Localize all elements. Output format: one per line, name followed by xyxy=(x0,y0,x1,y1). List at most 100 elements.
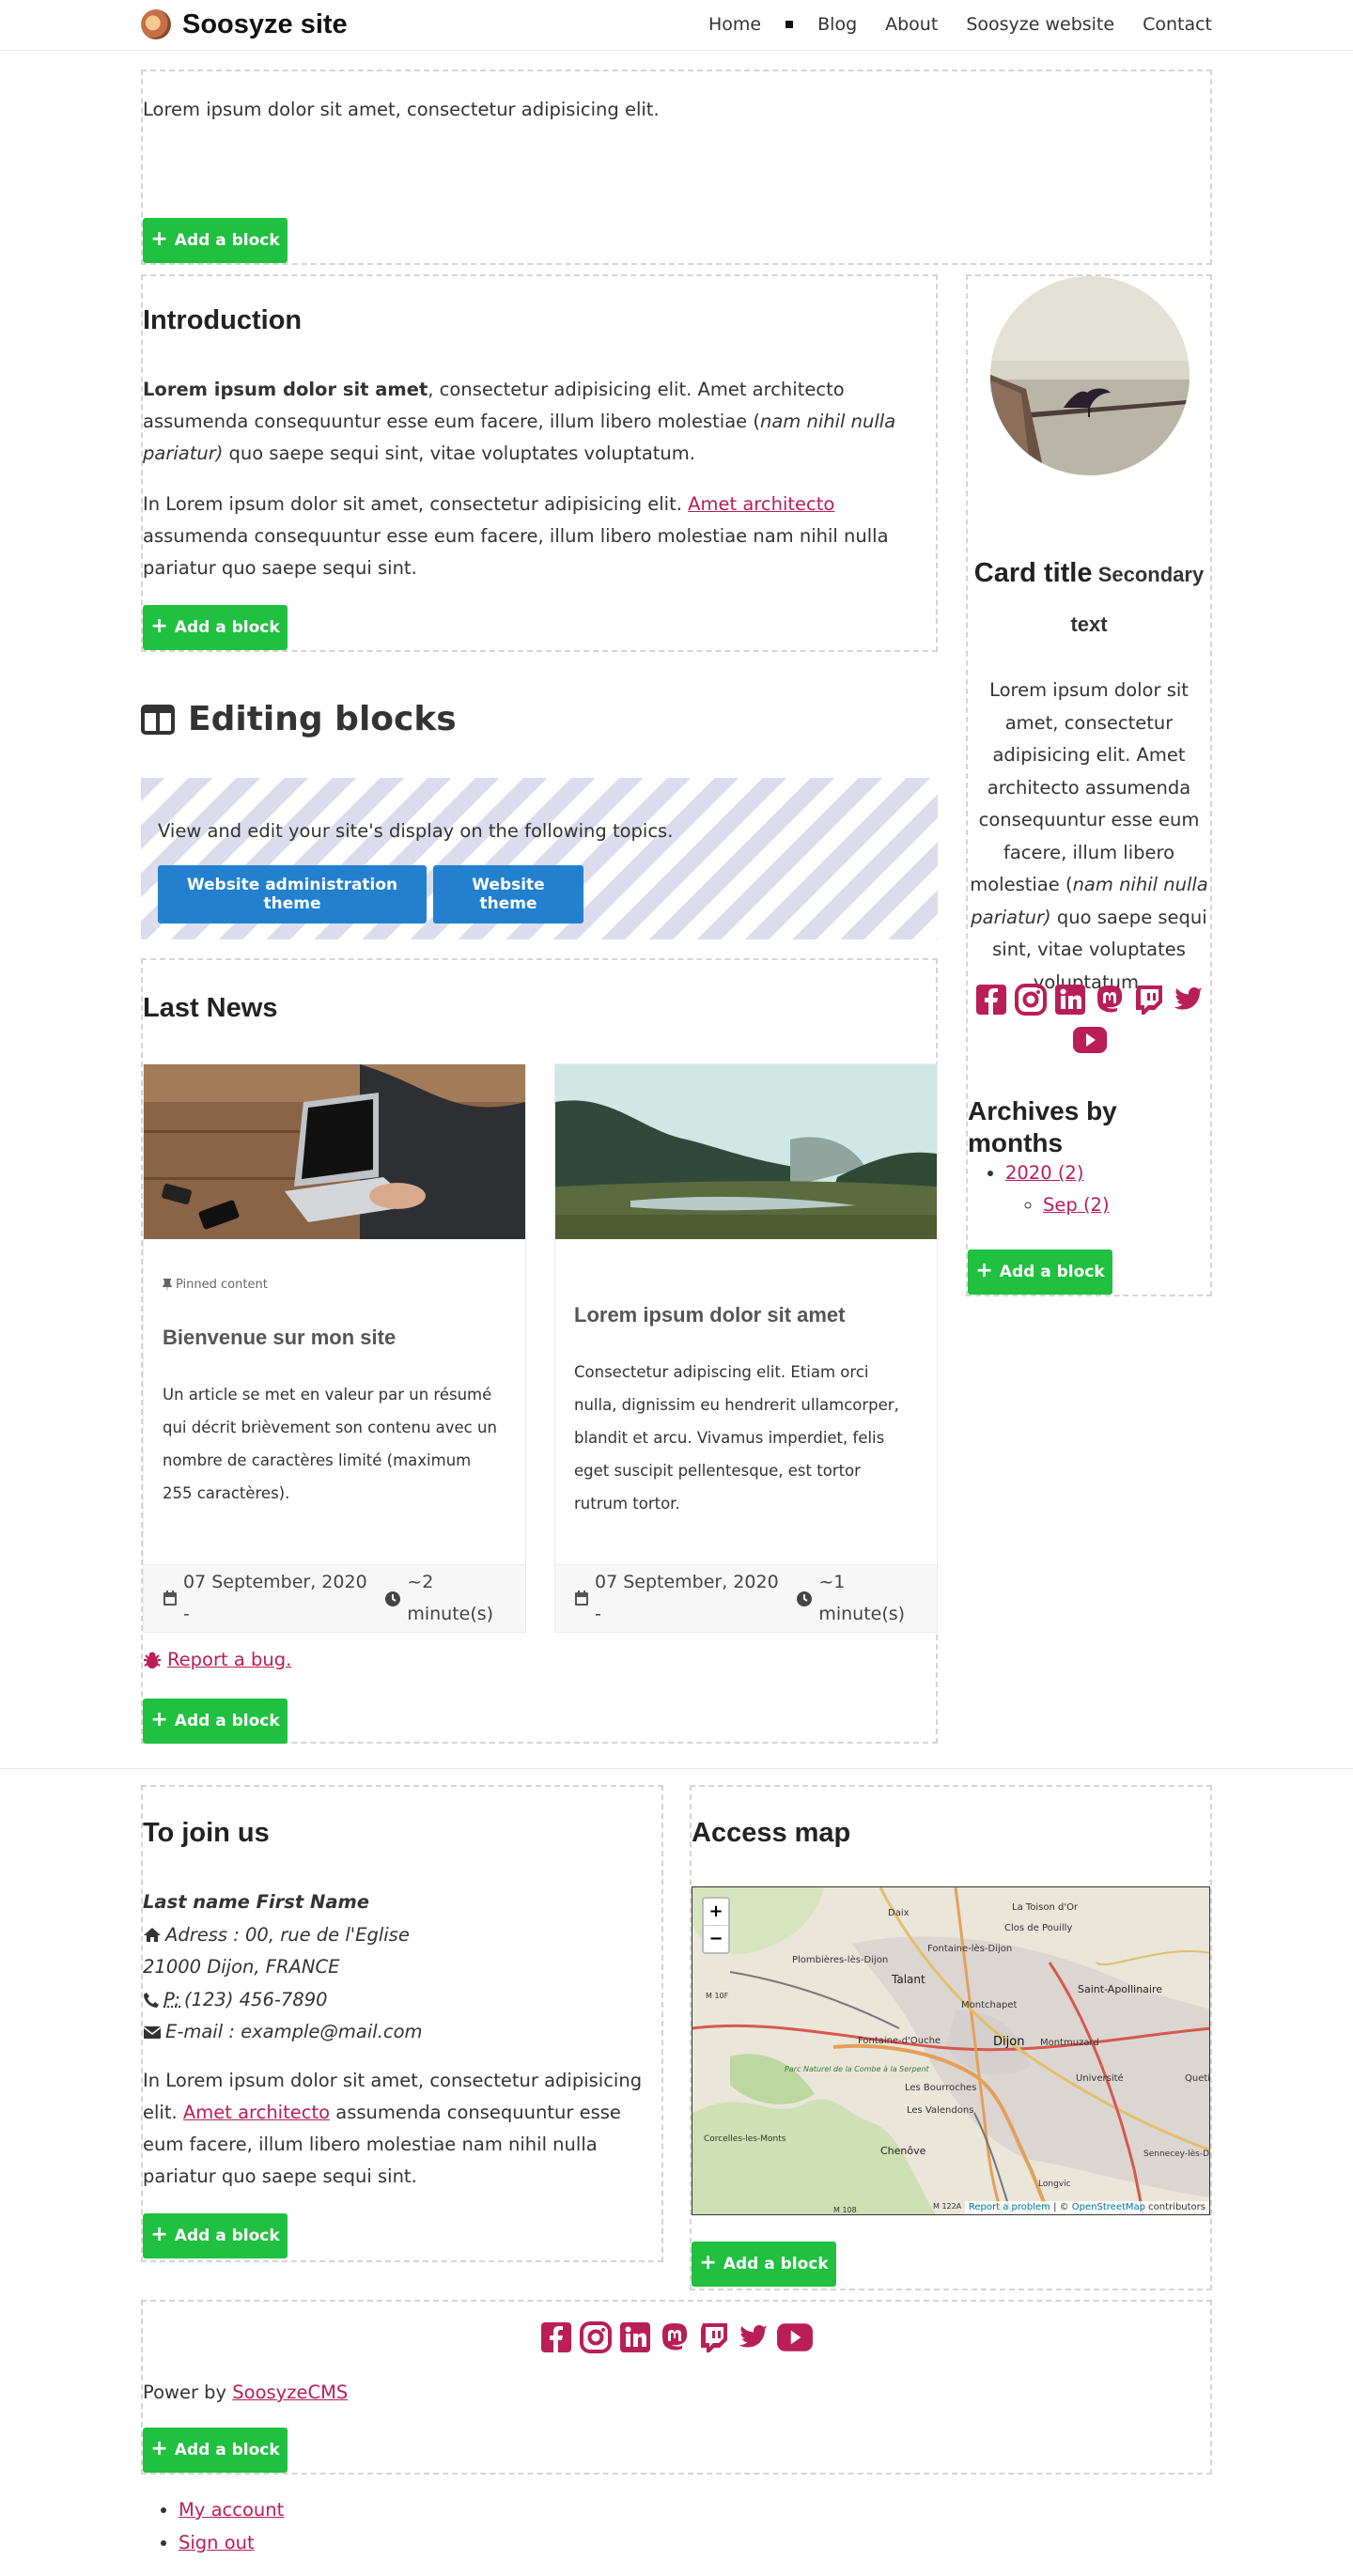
add-block-button[interactable]: + Add a block xyxy=(143,2213,288,2258)
join-us-paragraph: In Lorem ipsum dolor sit amet, consectet… xyxy=(143,2070,643,2188)
introduction-paragraph-1: Lorem ipsum dolor sit amet, consectetur … xyxy=(143,379,896,465)
news-card-reading-time: ~1 minute(s) xyxy=(818,1572,906,1624)
nav-about[interactable]: About xyxy=(885,12,938,37)
social-links xyxy=(970,983,1210,1054)
sidebar-region: Card title Secondary text Lorem ipsum do… xyxy=(966,274,1212,1296)
map-label: Dijon xyxy=(993,2035,1024,2049)
add-block-button[interactable]: + Add a block xyxy=(968,1249,1112,1295)
top-block-text: Lorem ipsum dolor sit amet, consectetur … xyxy=(143,99,660,120)
report-bug-link[interactable]: Report a bug. xyxy=(167,1644,291,1676)
contact-name: Last name First Name xyxy=(143,1891,370,1913)
site-header: Soosyze site Home Blog About Soosyze web… xyxy=(0,0,1353,51)
news-card-date: 07 September, 2020 - xyxy=(594,1572,779,1624)
map-view[interactable]: Daix La Toison d'Or Clos de Pouilly Font… xyxy=(692,1886,1210,2215)
nav-contact[interactable]: Contact xyxy=(1143,12,1212,37)
amet-architecto-link[interactable]: Amet architecto xyxy=(183,2102,330,2123)
youtube-icon[interactable] xyxy=(776,2322,814,2352)
access-map-region: Access map Daix La Toison d'Or Clos de P… xyxy=(690,1785,1212,2290)
bug-icon xyxy=(144,1652,161,1669)
openstreetmap-link[interactable]: OpenStreetMap xyxy=(1072,2202,1145,2212)
youtube-icon[interactable] xyxy=(1072,1026,1108,1054)
nav-soosyze-website[interactable]: Soosyze website xyxy=(966,12,1114,37)
introduction-region: Introduction Lorem ipsum dolor sit amet,… xyxy=(141,274,938,652)
map-zoom-in-button[interactable]: + xyxy=(704,1899,728,1926)
map-zoom-control: + − xyxy=(702,1897,730,1954)
instagram-icon[interactable] xyxy=(1014,983,1048,1016)
twitch-icon[interactable] xyxy=(1132,983,1166,1016)
website-theme-button[interactable]: Website theme xyxy=(433,865,583,923)
editing-blocks-title: Editing blocks xyxy=(188,700,457,738)
footer-social-links xyxy=(143,2320,1210,2354)
archives-list: 2020 (2) Sep (2) xyxy=(987,1157,1110,1221)
add-block-button[interactable]: + Add a block xyxy=(143,218,288,263)
editing-blocks-text: View and edit your site's display on the… xyxy=(158,820,674,842)
twitter-icon[interactable] xyxy=(1172,983,1205,1016)
plus-icon: + xyxy=(150,2223,168,2246)
introduction-title: Introduction xyxy=(143,305,303,335)
facebook-icon[interactable] xyxy=(539,2320,573,2354)
news-card-footer: 07 September, 2020 - ~1 minute(s) xyxy=(555,1564,937,1632)
archive-year-item: 2020 (2) Sep (2) xyxy=(1005,1157,1110,1221)
calendar-icon xyxy=(163,1591,177,1606)
news-card-title[interactable]: Bienvenue sur mon site xyxy=(163,1320,396,1357)
home-icon xyxy=(144,1928,161,1943)
map-label: M 10F xyxy=(706,1992,729,2000)
twitch-icon[interactable] xyxy=(697,2320,731,2354)
soosyze-cms-link[interactable]: SoosyzeCMS xyxy=(232,2382,348,2403)
mastodon-icon[interactable] xyxy=(658,2320,692,2354)
top-block-region: Lorem ipsum dolor sit amet, consectetur … xyxy=(141,70,1212,265)
add-block-button[interactable]: + Add a block xyxy=(692,2242,836,2287)
linkedin-icon[interactable] xyxy=(618,2320,652,2354)
contact-address: Last name First Name Adress : 00, rue de… xyxy=(143,1886,423,2049)
facebook-icon[interactable] xyxy=(974,983,1008,1016)
map-label: Parc Naturel de la Combe à la Serpent xyxy=(785,2065,930,2073)
add-block-button[interactable]: + Add a block xyxy=(143,2428,288,2473)
news-card-footer: 07 September, 2020 - ~2 minute(s) xyxy=(144,1564,525,1632)
map-tiles: Daix La Toison d'Or Clos de Pouilly Font… xyxy=(692,1887,1210,2214)
plus-icon: + xyxy=(150,227,168,251)
map-label: La Toison d'Or xyxy=(1012,1902,1079,1913)
news-card-title[interactable]: Lorem ipsum dolor sit amet xyxy=(574,1297,846,1334)
plus-icon: + xyxy=(150,614,168,638)
site-title: Soosyze site xyxy=(182,9,348,39)
landscape-photo xyxy=(555,1064,937,1239)
map-label: M 122A xyxy=(933,2202,962,2211)
archive-year-link[interactable]: 2020 (2) xyxy=(1005,1162,1083,1184)
news-card[interactable]: Pinned content Bienvenue sur mon site Un… xyxy=(143,1063,526,1633)
brand[interactable]: Soosyze site xyxy=(141,8,348,40)
calendar-icon xyxy=(574,1591,588,1606)
news-card[interactable]: Lorem ipsum dolor sit amet Consectetur a… xyxy=(554,1063,938,1633)
sign-out-link[interactable]: Sign out xyxy=(179,2532,255,2553)
map-zoom-out-button[interactable]: − xyxy=(704,1926,728,1952)
envelope-icon xyxy=(143,2025,162,2039)
map-label: Montmuzard xyxy=(1040,2038,1099,2048)
map-label: Université xyxy=(1076,2072,1124,2084)
nav-home[interactable]: Home xyxy=(708,12,761,37)
access-map-title: Access map xyxy=(692,1818,851,1848)
nav-blog[interactable]: Blog xyxy=(817,12,857,37)
map-label: Quetigny xyxy=(1185,2073,1210,2084)
twitter-icon[interactable] xyxy=(737,2320,770,2354)
last-news-title: Last News xyxy=(143,993,278,1023)
plus-icon: + xyxy=(699,2251,717,2274)
contact-email: E-mail : example@mail.com xyxy=(143,2016,423,2049)
add-block-button[interactable]: + Add a block xyxy=(143,605,288,650)
archive-month-link[interactable]: Sep (2) xyxy=(1043,1194,1110,1216)
powered-by: Power by SoosyzeCMS xyxy=(143,2382,349,2403)
map-label: Les Valendons xyxy=(907,2105,973,2116)
my-account-link[interactable]: My account xyxy=(179,2499,284,2521)
bird-photo xyxy=(990,276,1190,475)
add-block-button[interactable]: + Add a block xyxy=(143,1699,288,1744)
mastodon-icon[interactable] xyxy=(1093,983,1127,1016)
instagram-icon[interactable] xyxy=(579,2320,613,2354)
map-label: Plombières-lès-Dijon xyxy=(792,1954,888,1965)
nav-active-marker xyxy=(785,21,794,28)
map-attribution: Report a problem | © OpenStreetMap contr… xyxy=(964,2201,1209,2214)
card-text: Lorem ipsum dolor sit amet, consectetur … xyxy=(970,679,1208,993)
map-label: Chenôve xyxy=(880,2145,926,2157)
amet-architecto-link[interactable]: Amet architecto xyxy=(688,493,834,515)
map-report-problem-link[interactable]: Report a problem xyxy=(969,2202,1050,2212)
pinned-indicator: Pinned content xyxy=(163,1275,268,1296)
website-administration-theme-button[interactable]: Website administration theme xyxy=(158,865,427,923)
linkedin-icon[interactable] xyxy=(1053,983,1087,1016)
